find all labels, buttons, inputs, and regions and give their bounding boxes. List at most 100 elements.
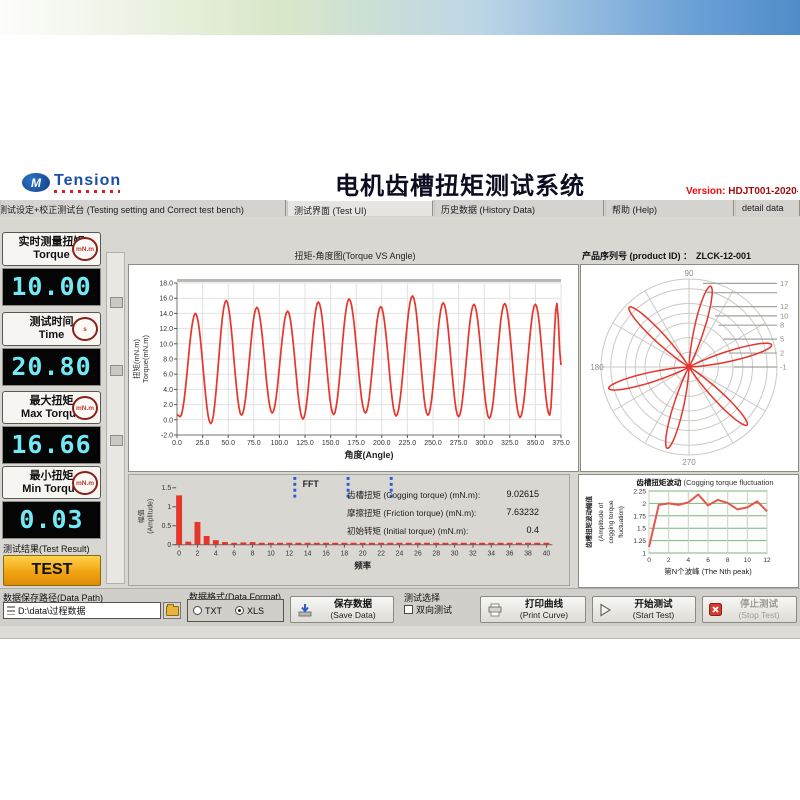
scrollbar-handle[interactable]: [110, 297, 123, 308]
svg-text:36: 36: [506, 551, 514, 558]
bidirectional-checkbox-row[interactable]: 双向测试: [404, 603, 452, 616]
svg-text:2.0: 2.0: [163, 402, 173, 409]
svg-text:cogging torque: cogging torque: [608, 500, 615, 543]
svg-text:32: 32: [469, 551, 477, 558]
svg-text:14.0: 14.0: [159, 311, 173, 318]
svg-text:扭矩(mN.m): 扭矩(mN.m): [131, 339, 141, 379]
svg-text:10: 10: [744, 557, 752, 564]
svg-text:8.0: 8.0: [163, 357, 173, 364]
min-torque-lcd-display: 0.03: [2, 501, 101, 539]
svg-text:角度(Angle): 角度(Angle): [345, 449, 394, 460]
svg-text:2: 2: [196, 551, 200, 558]
time-lcd-display: 20.80: [2, 348, 101, 386]
vertical-scrollbar[interactable]: [106, 252, 125, 584]
button-label-cn: 打印曲线: [509, 599, 579, 610]
scrollbar-handle[interactable]: [110, 365, 123, 376]
svg-text:24: 24: [396, 551, 404, 558]
svg-text:FFT: FFT: [303, 479, 320, 489]
svg-text:10: 10: [780, 311, 788, 320]
test-result-label: 测试结果(Test Result): [3, 542, 90, 555]
svg-text:250.0: 250.0: [424, 440, 442, 447]
print-curve-button[interactable]: 打印曲线 (Print Curve): [480, 596, 586, 623]
tab-label: 历史数据 (History Data): [441, 205, 535, 215]
format-radio-txt[interactable]: TXT: [193, 606, 222, 616]
svg-text:350.0: 350.0: [527, 440, 545, 447]
tab-help[interactable]: 帮助 (Help): [605, 200, 734, 216]
svg-text:-2.0: -2.0: [161, 433, 173, 440]
svg-text:(Amplitude): (Amplitude): [148, 499, 155, 534]
tab-label: 测试设定+校正测试台 (Testing setting and Correct …: [0, 205, 244, 215]
svg-text:0.0: 0.0: [172, 440, 182, 447]
button-label-cn: 保存数据: [319, 599, 387, 610]
svg-text:18: 18: [341, 551, 349, 558]
unit-badge: mN.m: [72, 471, 98, 495]
data-path-input[interactable]: D:\data\过程数据: [3, 602, 161, 619]
version-text: Version: HDJT001-2020-102: [686, 186, 798, 197]
svg-text:1: 1: [642, 551, 646, 558]
svg-text:6: 6: [232, 551, 236, 558]
initial-torque-result-row: 初始转矩 (Initial torque) (mN.m): 0.4: [347, 525, 539, 537]
svg-text:2.25: 2.25: [633, 489, 646, 496]
svg-text:fluctuation): fluctuation): [618, 506, 625, 538]
radio-circle-icon: [193, 606, 202, 615]
svg-text:275.0: 275.0: [450, 440, 468, 447]
svg-text:5: 5: [780, 335, 784, 344]
svg-text:26: 26: [414, 551, 422, 558]
tab-history-data[interactable]: 历史数据 (History Data): [434, 200, 604, 216]
tab-test-setting[interactable]: 测试设定+校正测试台 (Testing setting and Correct …: [0, 200, 286, 216]
format-radio-xls[interactable]: XLS: [235, 606, 264, 616]
svg-text:30: 30: [451, 551, 459, 558]
result-value: 9.02615: [506, 489, 539, 501]
logo-text: Tension: [54, 173, 121, 189]
scrollbar-handle[interactable]: [110, 435, 123, 446]
torque-angle-chart-title: 扭矩-角度图(Torque VS Angle): [160, 249, 550, 262]
save-data-button[interactable]: 保存数据 (Save Data): [290, 596, 394, 623]
checkbox-icon[interactable]: [404, 605, 413, 614]
unit-badge: mN.m: [72, 237, 98, 261]
svg-text:0.0: 0.0: [163, 417, 173, 424]
svg-text:1.5: 1.5: [637, 526, 646, 533]
svg-text:14: 14: [304, 551, 312, 558]
path-icon: [7, 606, 15, 615]
version-value: HDJT001-2020-102: [728, 186, 798, 197]
svg-text:90: 90: [685, 269, 694, 278]
stop-test-button[interactable]: 停止测试 (Stop Test): [702, 596, 797, 623]
result-label: 摩擦扭矩 (Friction torque) (mN.m):: [347, 507, 476, 519]
unit-badge: s: [72, 317, 98, 341]
max-torque-lcd-display: 16.66: [2, 426, 101, 464]
play-icon: [599, 603, 612, 617]
friction-torque-result-row: 摩擦扭矩 (Friction torque) (mN.m): 7.63232: [347, 507, 539, 519]
button-label-en: (Print Curve): [509, 610, 579, 621]
svg-text:200.0: 200.0: [373, 440, 391, 447]
svg-text:10: 10: [267, 551, 275, 558]
tab-bar: 测试设定+校正测试台 (Testing setting and Correct …: [0, 200, 800, 218]
tab-label: detail data: [742, 203, 784, 213]
svg-text:第N个波峰 (The Nth peak): 第N个波峰 (The Nth peak): [664, 566, 752, 576]
button-label-en: (Stop Test): [728, 610, 790, 621]
svg-text:8: 8: [780, 321, 784, 330]
svg-text:0: 0: [647, 557, 651, 564]
svg-text:0.5: 0.5: [162, 523, 172, 530]
browse-button[interactable]: [163, 602, 181, 619]
page-title: 电机齿槽扭矩测试系统: [310, 166, 610, 201]
svg-text:齿槽扭矩波动幅值: 齿槽扭矩波动幅值: [584, 496, 593, 549]
svg-text:10.0: 10.0: [159, 341, 173, 348]
svg-text:1.5: 1.5: [162, 485, 172, 492]
tab-detail-data[interactable]: detail data: [735, 200, 800, 216]
torque-lcd-display: 10.00: [2, 268, 101, 306]
svg-text:38: 38: [524, 551, 532, 558]
start-test-button[interactable]: 开始测试 (Start Test): [592, 596, 696, 623]
result-label: 初始转矩 (Initial torque) (mN.m):: [347, 525, 468, 537]
data-format-group: TXT XLS: [187, 599, 284, 622]
tab-test-ui[interactable]: 测试界面 (Test UI): [287, 200, 433, 216]
radio-label: XLS: [247, 606, 264, 616]
svg-text:175.0: 175.0: [347, 440, 365, 447]
svg-text:8: 8: [251, 551, 255, 558]
test-result-button[interactable]: TEST: [3, 555, 101, 586]
svg-text:8: 8: [726, 557, 730, 564]
svg-text:6: 6: [706, 557, 710, 564]
svg-text:300.0: 300.0: [475, 440, 493, 447]
svg-text:20: 20: [359, 551, 367, 558]
svg-text:幅值: 幅值: [137, 509, 146, 523]
svg-text:18.0: 18.0: [159, 281, 173, 288]
